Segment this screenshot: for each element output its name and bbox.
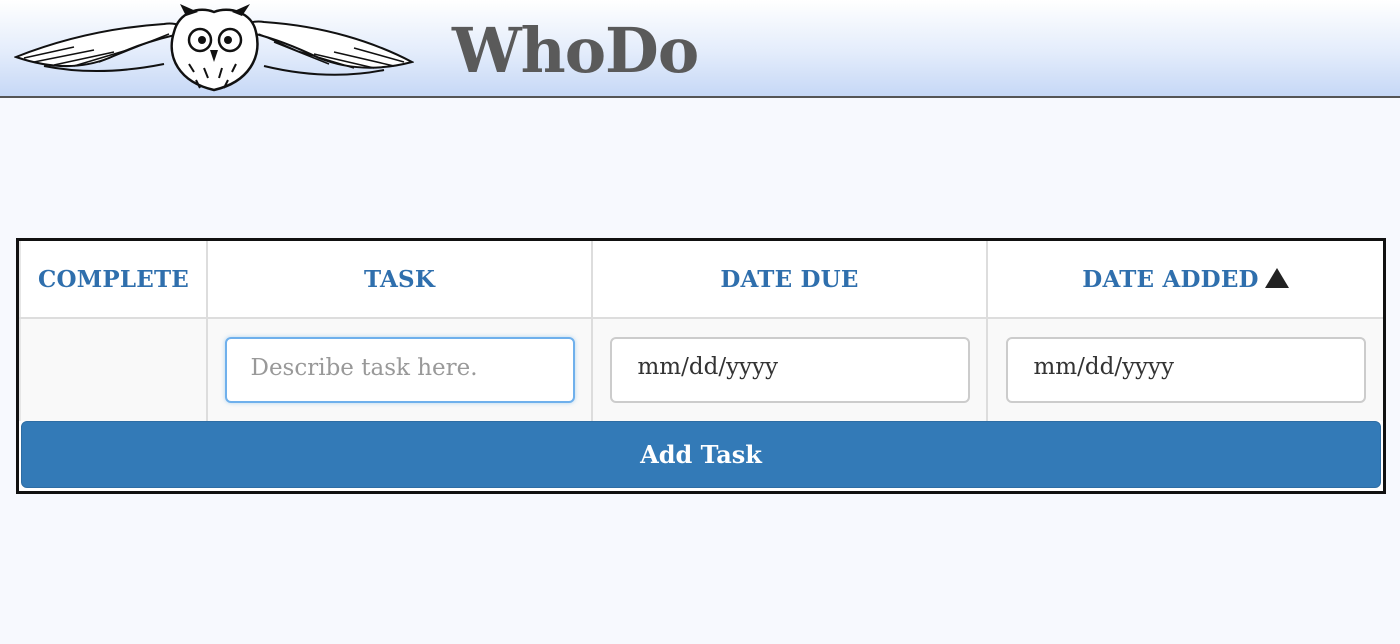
date-added-input[interactable]: mm/dd/yyyy (1005, 337, 1366, 403)
column-header-label: COMPLETE (37, 265, 190, 293)
column-header-task[interactable]: TASK (206, 241, 591, 317)
date-due-cell: mm/dd/yyyy (591, 319, 986, 421)
sort-up-triangle-icon[interactable] (1264, 267, 1289, 288)
task-table: COMPLETE TASK DATE DUE DATE ADDED mm/dd/… (16, 238, 1386, 494)
new-task-row: mm/dd/yyyy mm/dd/yyyy (19, 317, 1383, 421)
app-title: WhoDo (452, 14, 699, 87)
column-header-label: DATE DUE (720, 265, 859, 293)
date-added-cell: mm/dd/yyyy (986, 319, 1383, 421)
complete-cell (19, 319, 206, 421)
date-due-input[interactable]: mm/dd/yyyy (609, 337, 970, 403)
column-header-date-added[interactable]: DATE ADDED (986, 241, 1383, 317)
column-header-label: DATE ADDED (1082, 265, 1259, 293)
owl-logo-icon (14, 4, 414, 92)
column-header-date-due[interactable]: DATE DUE (591, 241, 986, 317)
table-header-row: COMPLETE TASK DATE DUE DATE ADDED (19, 241, 1383, 317)
add-task-button[interactable]: Add Task (21, 421, 1381, 488)
task-cell (206, 319, 591, 421)
column-header-label: TASK (363, 265, 436, 293)
app-header: WhoDo (0, 0, 1400, 98)
task-description-input[interactable] (224, 337, 575, 403)
column-header-complete[interactable]: COMPLETE (19, 241, 206, 317)
